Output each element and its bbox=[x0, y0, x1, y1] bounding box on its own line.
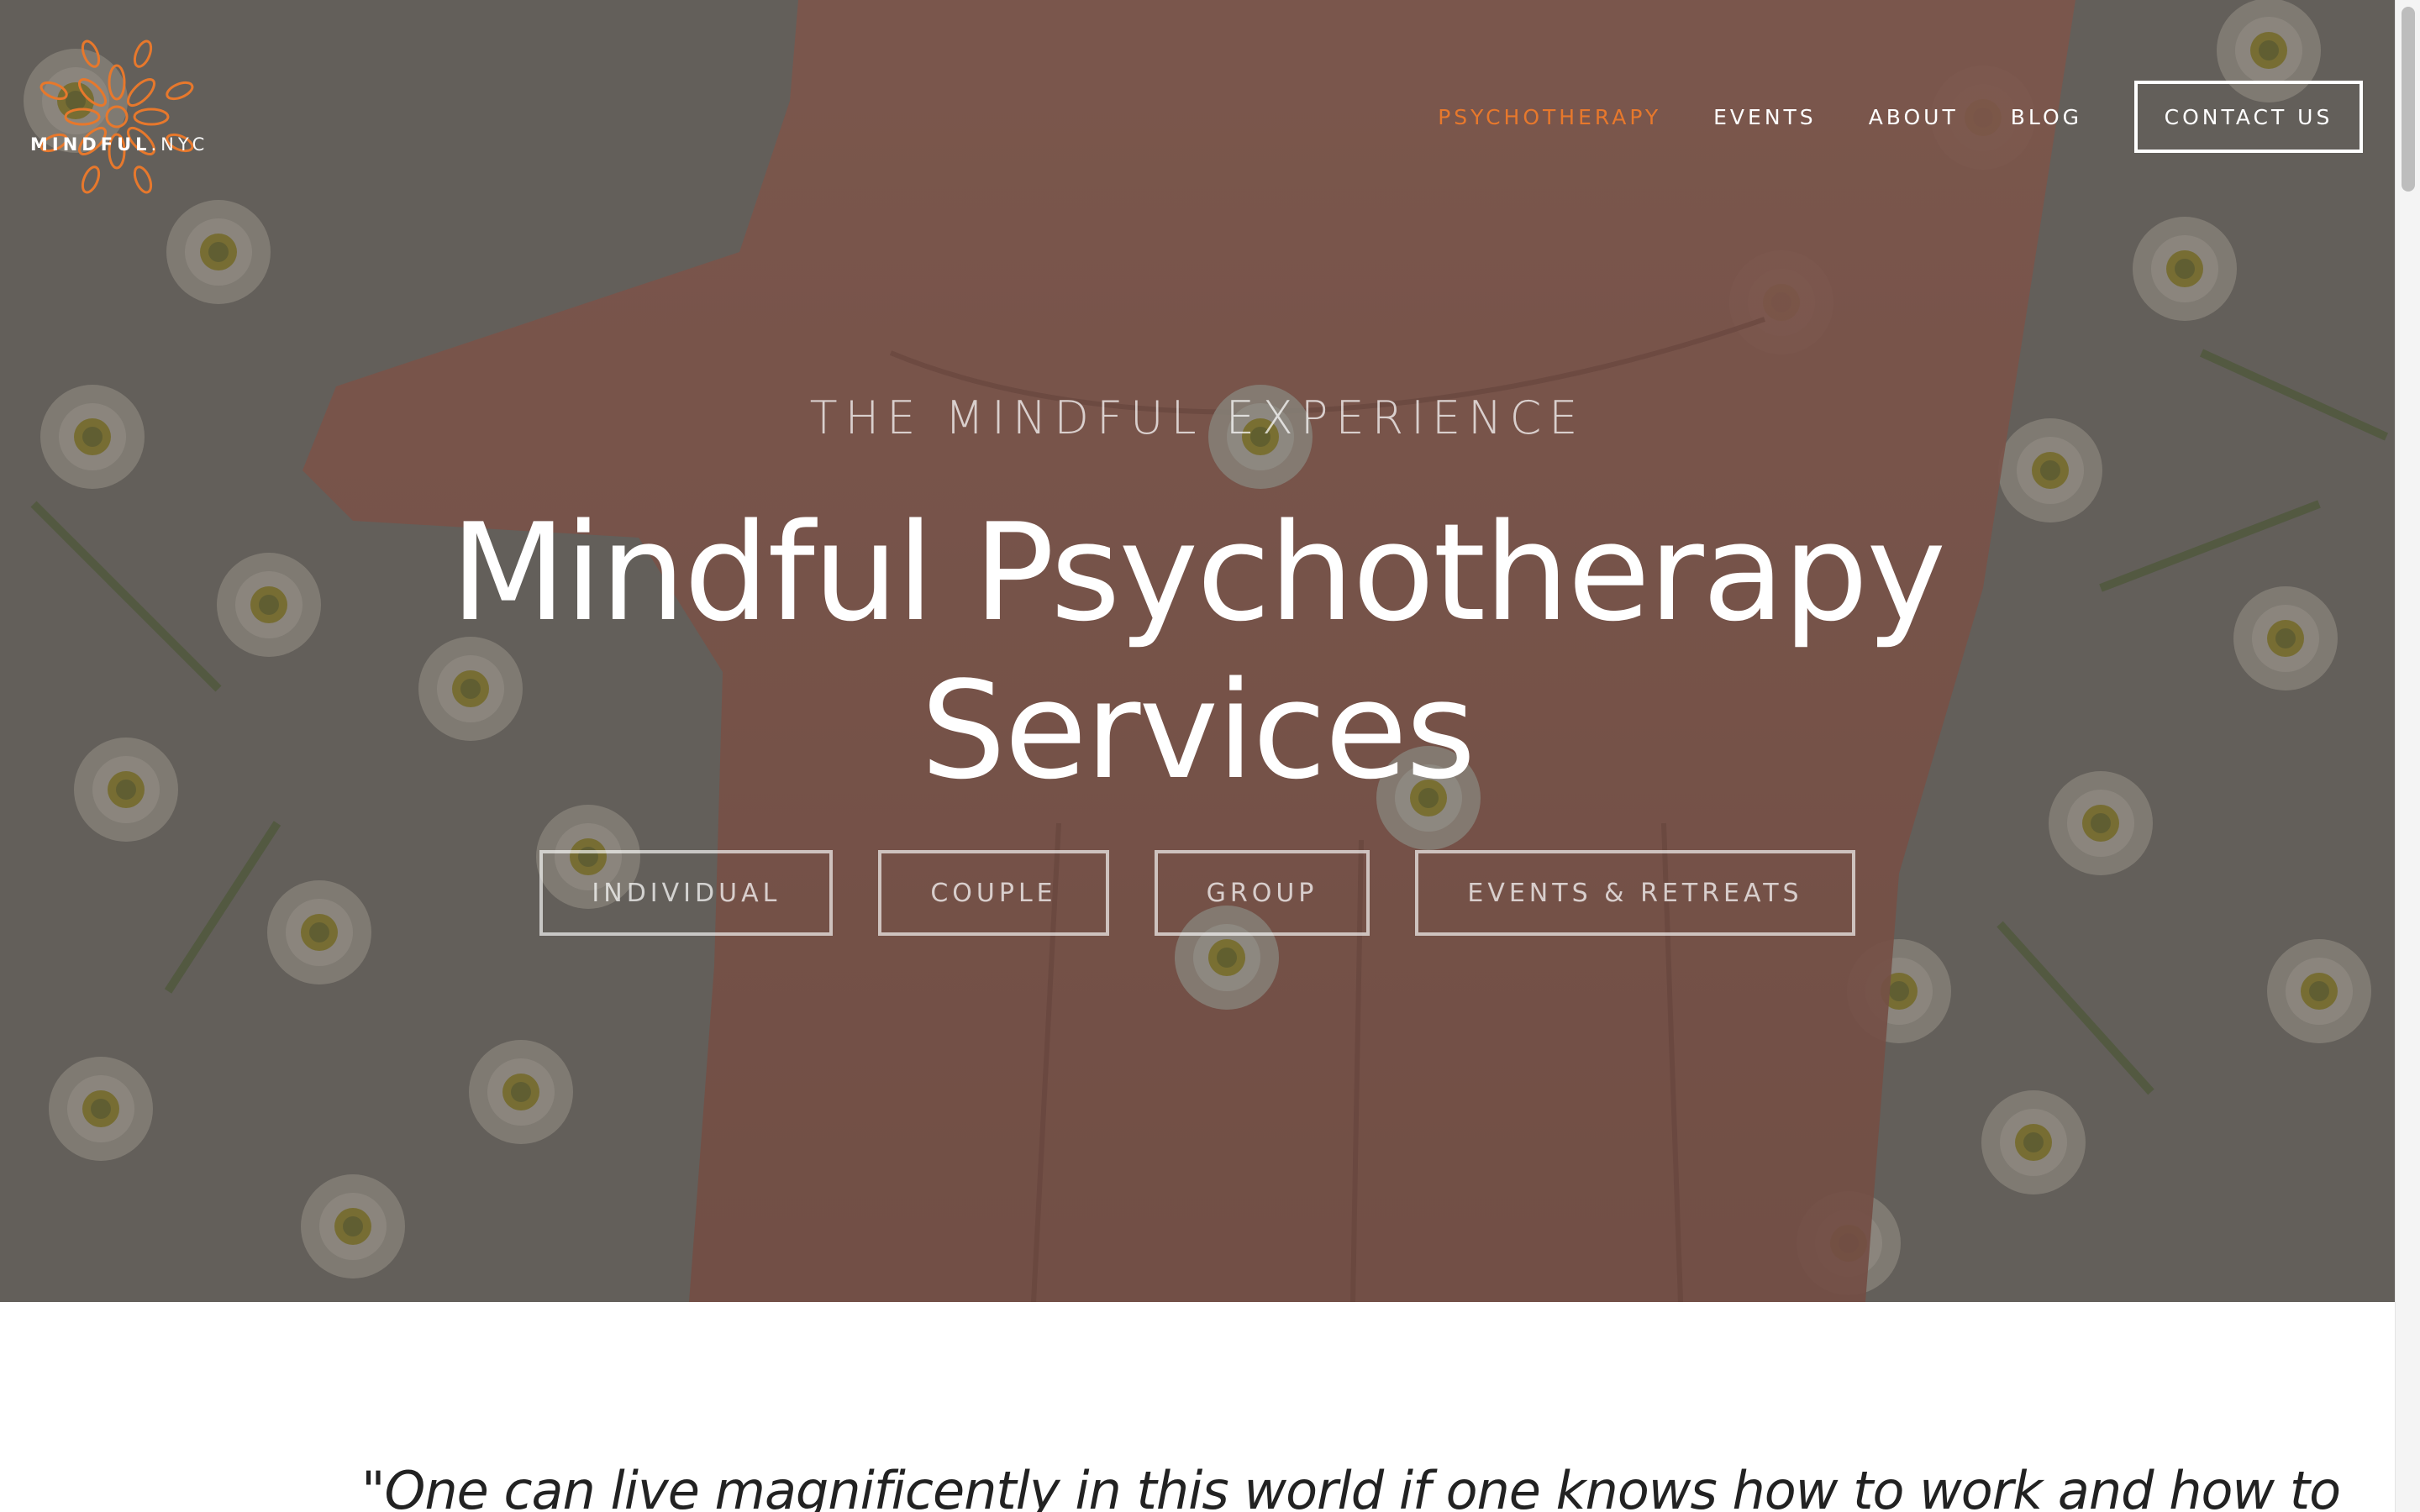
individual-button[interactable]: INDIVIDUAL bbox=[539, 850, 834, 936]
nav-link-about[interactable]: ABOUT bbox=[1869, 105, 1959, 129]
hero-eyebrow: THE MINDFUL EXPERIENCE bbox=[809, 391, 1586, 444]
brand-wordmark: MINDFUL.NYC bbox=[30, 134, 204, 155]
group-button[interactable]: GROUP bbox=[1154, 850, 1370, 936]
nav-link-events[interactable]: EVENTS bbox=[1713, 105, 1817, 129]
mandala-logo-icon bbox=[39, 39, 194, 194]
nav-link-psychotherapy[interactable]: PSYCHOTHERAPY bbox=[1438, 105, 1661, 129]
nav-link-blog[interactable]: BLOG bbox=[2011, 105, 2082, 129]
quote-text: "One can live magnificently in this worl… bbox=[361, 1460, 2341, 1512]
service-buttons: INDIVIDUAL COUPLE GROUP EVENTS & RETREAT… bbox=[0, 850, 2395, 936]
scrollbar-thumb[interactable] bbox=[2402, 7, 2415, 192]
main-navigation: PSYCHOTHERAPY EVENTS ABOUT BLOG CONTACT … bbox=[1438, 81, 2363, 153]
hero-title: Mindful Psychotherapy Services bbox=[0, 494, 2395, 810]
events-retreats-button[interactable]: EVENTS & RETREATS bbox=[1415, 850, 1855, 936]
contact-us-button[interactable]: CONTACT US bbox=[2134, 81, 2363, 153]
page-scrollbar[interactable] bbox=[2395, 0, 2420, 1512]
page: MINDFUL.NYC PSYCHOTHERAPY EVENTS ABOUT B… bbox=[0, 0, 2395, 1512]
brand-domain: .NYC bbox=[150, 134, 209, 155]
brand-logo[interactable]: MINDFUL.NYC bbox=[30, 30, 204, 203]
couple-button[interactable]: COUPLE bbox=[878, 850, 1109, 936]
hero-section: MINDFUL.NYC PSYCHOTHERAPY EVENTS ABOUT B… bbox=[0, 0, 2395, 1302]
hero-title-line-2: Services bbox=[920, 652, 1476, 809]
hero-title-line-1: Mindful Psychotherapy bbox=[450, 494, 1946, 651]
brand-name: MINDFUL bbox=[30, 134, 151, 155]
